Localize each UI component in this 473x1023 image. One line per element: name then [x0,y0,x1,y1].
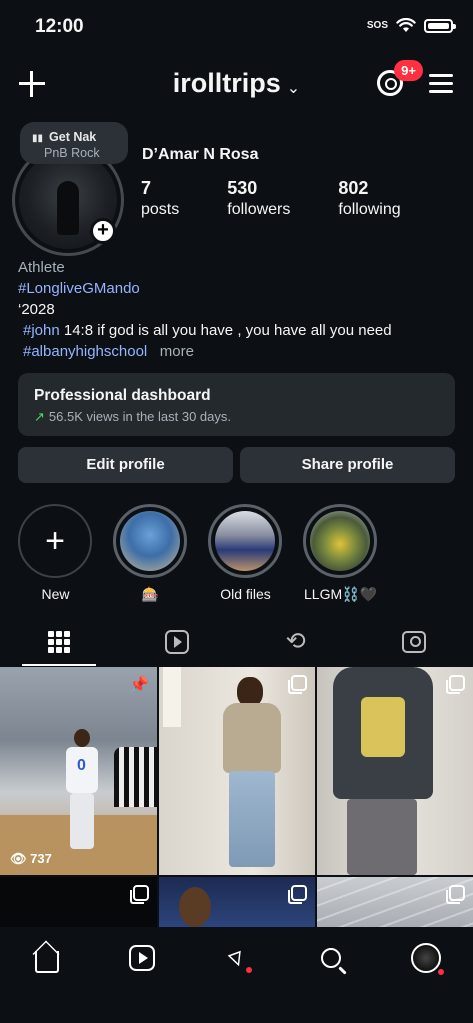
highlight-new-ring[interactable]: + [18,504,92,578]
followers-label: followers [227,201,291,218]
wifi-icon [396,18,416,32]
menu-icon[interactable] [429,74,453,94]
edit-profile-button[interactable]: Edit profile [18,447,233,483]
tagged-icon [401,631,426,653]
music-title: Get Nak [49,130,97,144]
tab-reposts[interactable]: ⟲ [237,618,355,666]
plus-icon: + [45,522,65,560]
tab-grid[interactable] [0,618,118,666]
share-profile-button[interactable]: Share profile [240,447,455,483]
bio-hashtag-link[interactable]: #albanyhighschool [23,343,147,360]
post-view-count: 737 [30,851,52,866]
profile-header: irolltrips ⌄ 9+ [0,60,473,108]
battery-icon [424,18,456,33]
story-highlights: + New 🎰 Old files LLGM⛓️🖤 [18,504,378,603]
pin-icon: 📌 [129,677,149,694]
post-thumbnail[interactable] [317,667,473,875]
followers-stat[interactable]: 530 followers [227,178,290,219]
nav-messages[interactable]: ▿ [216,941,256,975]
nav-search[interactable] [311,941,351,975]
music-bars-icon: ▮▮ [32,133,44,144]
trend-up-icon: ↗ [34,409,45,424]
bio-more-link[interactable]: more [160,343,194,360]
profile-stats: 7 posts 530 followers 802 following [141,178,449,219]
profile-tabs: ⟲ [0,618,473,666]
professional-dashboard[interactable]: Professional dashboard ↗ 56.5K views in t… [18,373,455,436]
highlight-cover [310,511,370,571]
sos-indicator: SOS [366,20,388,31]
carousel-icon [288,675,307,694]
unread-dot [246,967,253,973]
person-figure [327,667,447,875]
nav-profile[interactable] [406,941,446,975]
nav-reels[interactable] [122,941,162,975]
posts-count: 7 [141,178,152,198]
unread-dot [437,969,444,975]
search-icon [321,948,342,968]
status-bar: 12:00 SOS [0,0,473,56]
highlight-cover [215,511,275,571]
add-story-plus-icon[interactable]: + [90,218,116,244]
full-name: D’Amar N Rosa [142,146,259,163]
person-figure [219,677,285,875]
carousel-icon [446,885,465,904]
highlight-cover [120,511,180,571]
grid-icon [48,631,71,653]
posts-grid: 0 📌 👁 737 [0,667,473,927]
dashboard-views: 56.5K views in the last 30 days. [48,409,232,424]
player-figure: 0 [62,729,102,849]
bio-hashtag-link[interactable]: #john [23,322,60,339]
username[interactable]: irolltrips [173,68,281,98]
status-icons: SOS [366,18,456,33]
reels-icon [165,630,190,654]
highlight-label: Old files [220,586,271,602]
chevron-down-icon[interactable]: ⌄ [287,78,300,98]
notification-badge: 9+ [394,60,423,81]
post-thumbnail[interactable] [0,877,157,927]
repost-icon: ⟲ [285,628,306,655]
post-thumbnail[interactable] [159,667,315,875]
highlight-label: 🎰 [141,586,160,602]
post-thumbnail[interactable]: 0 📌 👁 737 [0,667,157,875]
following-stat[interactable]: 802 following [338,178,400,219]
highlight-label: LLGM⛓️🖤 [304,586,377,602]
highlight-label: New [41,586,70,602]
bio: Athlete #LongliveGMando ‘2028 #john 14:8… [18,257,458,362]
home-icon [35,951,60,973]
highlight-item[interactable]: LLGM⛓️🖤 [303,504,378,603]
bottom-nav: ▿ [0,927,473,1023]
nav-home[interactable] [27,941,67,975]
following-count: 802 [338,178,369,198]
highlight-item[interactable]: 🎰 [113,504,188,603]
bio-year: ‘2028 [18,301,55,318]
posts-stat[interactable]: 7 posts [141,178,179,219]
bio-verse: 14:8 if god is all you have , you have a… [59,322,392,339]
carousel-icon [288,885,307,904]
music-note-bubble[interactable]: ▮▮ Get Nak PnB Rock [20,122,128,164]
following-label: following [338,201,401,218]
reels-icon [128,945,155,971]
dashboard-title: Professional dashboard [34,387,211,404]
highlight-item[interactable]: Old files [208,504,283,603]
send-icon: ▿ [224,940,249,975]
bio-category: Athlete [18,259,65,276]
music-artist: PnB Rock [44,146,100,160]
followers-count: 530 [227,178,258,198]
highlight-new[interactable]: + New [18,504,93,603]
carousel-icon [446,675,465,694]
post-thumbnail[interactable] [317,877,473,927]
profile-actions: Edit profile Share profile [18,447,455,483]
posts-label: posts [141,201,180,218]
bio-hashtag-link[interactable]: #LongliveGMando [18,280,140,297]
tab-tagged[interactable] [355,618,473,666]
carousel-icon [130,885,149,904]
profile-avatar-icon [410,943,441,973]
post-thumbnail[interactable] [159,877,315,927]
status-time: 12:00 [35,16,84,37]
tab-reels[interactable] [118,618,236,666]
referee-figure [114,747,157,807]
eye-icon: 👁 [10,851,27,866]
